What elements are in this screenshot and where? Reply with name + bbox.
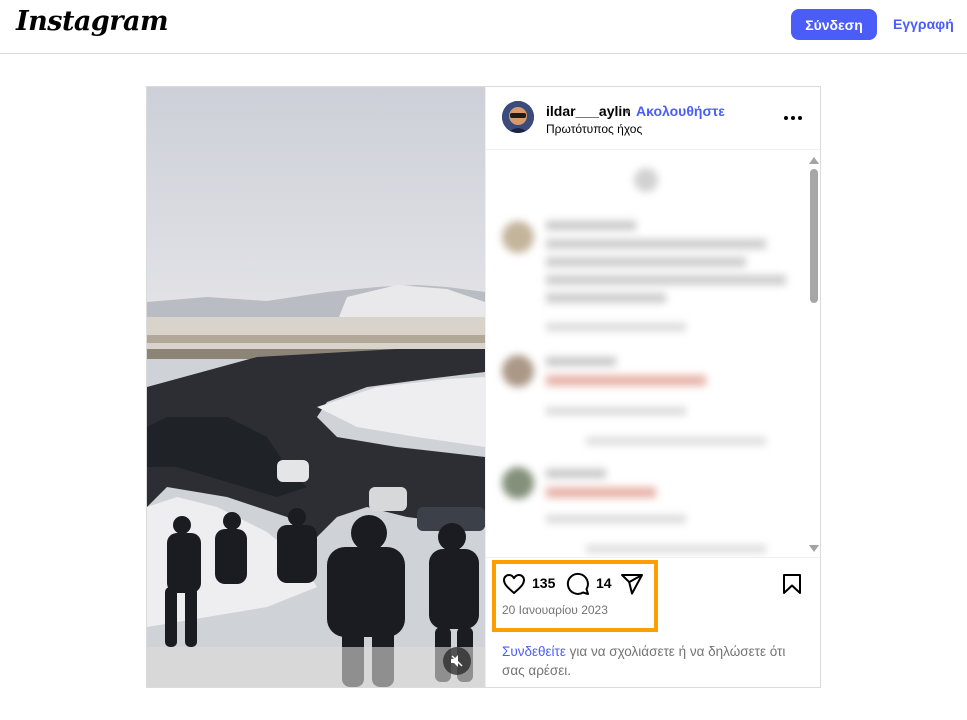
comment-icon[interactable] — [566, 572, 590, 596]
follow-button[interactable]: Ακολουθήστε — [636, 103, 725, 119]
comment-count[interactable]: 14 — [596, 575, 612, 591]
post-card: ildar___aylin • Ακολουθήστε Πρωτότυπος ή… — [146, 86, 822, 688]
signup-link[interactable]: Εγγραφή — [893, 16, 954, 32]
bookmark-icon[interactable] — [780, 572, 804, 596]
username[interactable]: ildar___aylin — [546, 103, 631, 119]
blurred-comments — [502, 168, 786, 553]
comments-scrollbar[interactable] — [808, 151, 820, 557]
post-date[interactable]: 20 Ιανουαρίου 2023 — [502, 603, 608, 617]
like-count[interactable]: 135 — [532, 575, 555, 591]
separator-dot: • — [625, 103, 630, 119]
mute-button[interactable] — [443, 647, 471, 675]
instagram-logo[interactable]: Instagram — [16, 6, 169, 37]
scroll-up-arrow[interactable] — [809, 157, 819, 164]
comments-list — [486, 151, 822, 557]
highlight-box — [492, 560, 658, 632]
mute-icon — [451, 655, 463, 667]
heart-icon[interactable] — [502, 572, 526, 596]
post-video[interactable] — [147, 87, 485, 687]
login-button[interactable]: Σύνδεση — [791, 9, 877, 40]
login-prompt-link[interactable]: Συνδεθείτε — [502, 644, 566, 659]
login-prompt: Συνδεθείτε για να σχολιάσετε ή να δηλώσε… — [502, 642, 802, 680]
login-prompt-text-1: για να σχολιάσετε — [565, 644, 679, 659]
post-sidebar: ildar___aylin • Ακολουθήστε Πρωτότυπος ή… — [485, 87, 822, 687]
top-navigation-bar: Instagram Σύνδεση Εγγραφή — [0, 0, 967, 54]
post-header: ildar___aylin • Ακολουθήστε Πρωτότυπος ή… — [486, 87, 822, 150]
avatar[interactable] — [502, 101, 534, 133]
scroll-thumb[interactable] — [810, 169, 818, 303]
share-icon[interactable] — [620, 572, 644, 596]
audio-label[interactable]: Πρωτότυπος ήχος — [546, 122, 642, 136]
more-icon[interactable] — [782, 109, 804, 127]
scroll-down-arrow[interactable] — [809, 545, 819, 552]
login-prompt-or: ή — [678, 644, 687, 659]
post-actions: 135 14 20 Ιανουαρίου 2023 Συνδεθείτε για… — [486, 557, 822, 687]
